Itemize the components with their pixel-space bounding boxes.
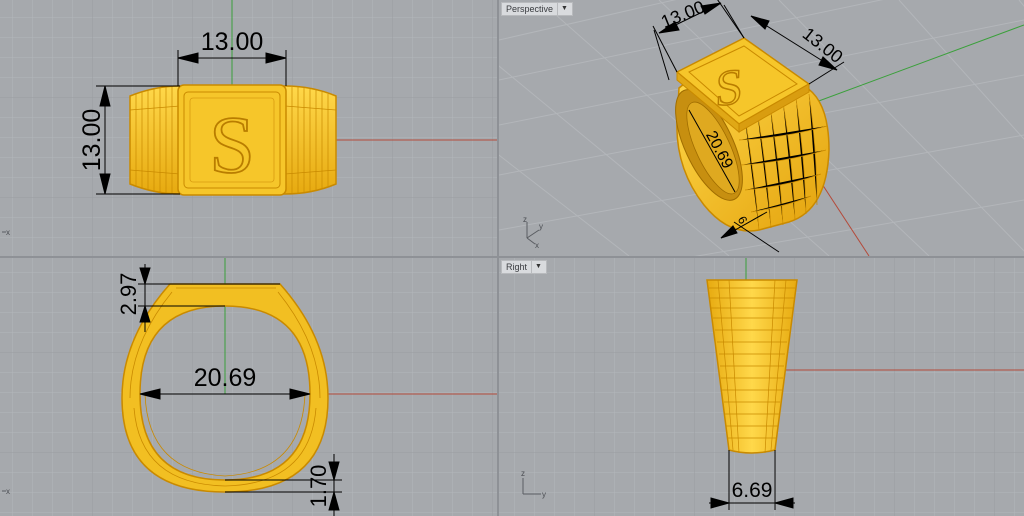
emblem-letter: S <box>209 99 255 190</box>
emblem-letter: S <box>715 57 745 117</box>
viewport-top-canvas[interactable]: S 13.00 13.00 x <box>0 0 497 256</box>
dropdown-caret-icon[interactable]: ▼ <box>557 3 568 15</box>
dimension-height-label: 13.00 <box>78 109 106 172</box>
axis-label-z: z <box>523 215 527 224</box>
dimension-bottom-thickness-label: 1.70 <box>306 465 331 508</box>
viewport-front-canvas[interactable]: 2.97 20.69 1.70 x <box>0 258 497 516</box>
viewport-right[interactable]: 6.69 z y Right ▼ <box>499 258 1024 516</box>
viewport-title-text: Perspective <box>506 4 554 14</box>
rhino-four-viewport-layout: S 13.00 13.00 x S 20.69 13.00 13.00 6 z … <box>0 0 1024 516</box>
axis-label-y: y <box>539 222 543 231</box>
viewport-title-text: Right <box>506 262 528 272</box>
viewport-front[interactable]: 2.97 20.69 1.70 x <box>0 258 497 516</box>
axis-label-z: z <box>521 469 525 478</box>
viewport-right-canvas[interactable]: 6.69 z y <box>499 258 1024 516</box>
viewport-title-perspective[interactable]: Perspective ▼ <box>501 2 573 16</box>
viewport-perspective-canvas[interactable]: S 20.69 13.00 13.00 6 z y x <box>499 0 1024 256</box>
dimension-bottom-width-label: 6.69 <box>732 479 773 502</box>
dimension-top-thickness-label: 2.97 <box>116 273 141 316</box>
dimension-inner-diameter-label: 20.69 <box>194 364 257 392</box>
axis-label-x: x <box>6 228 10 237</box>
dimension-width-label: 13.00 <box>201 28 264 56</box>
viewport-title-right[interactable]: Right ▼ <box>501 260 547 274</box>
dropdown-caret-icon[interactable]: ▼ <box>531 261 542 273</box>
axis-label-x: x <box>535 241 539 250</box>
axis-label-x: x <box>6 487 10 496</box>
axis-label-y: y <box>542 490 546 499</box>
viewport-perspective[interactable]: S 20.69 13.00 13.00 6 z y x Perspective … <box>499 0 1024 256</box>
viewport-top[interactable]: S 13.00 13.00 x <box>0 0 497 256</box>
ring-top-signet-head[interactable]: S <box>177 84 287 196</box>
